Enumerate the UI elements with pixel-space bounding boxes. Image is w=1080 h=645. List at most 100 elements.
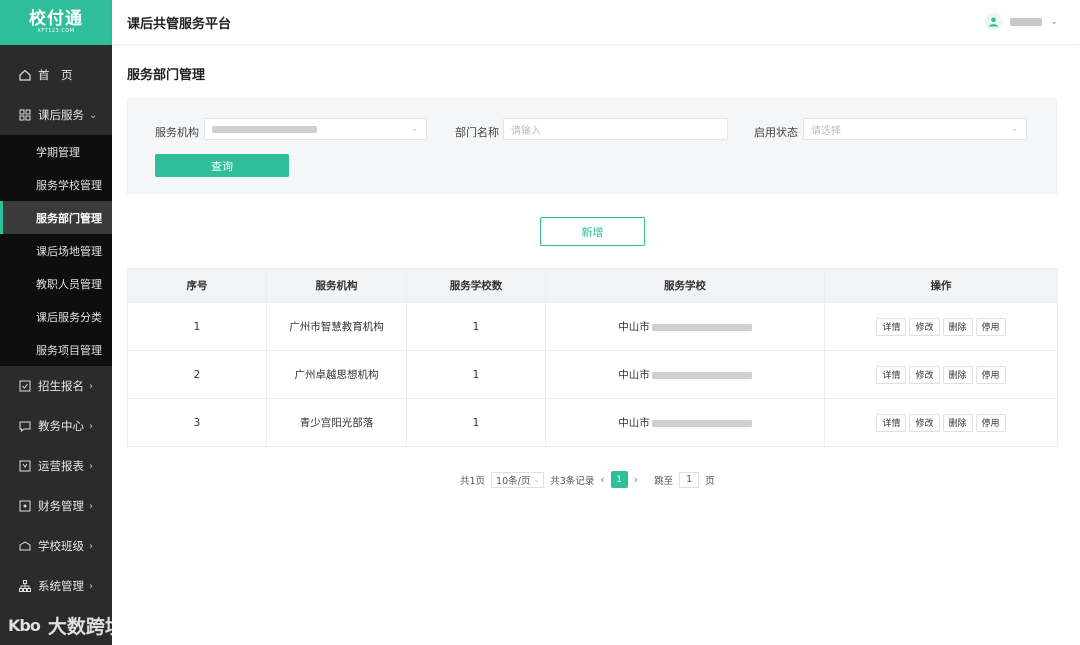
- user-name-blurred: [1010, 17, 1043, 26]
- cell-count: 1: [406, 350, 546, 399]
- sidebar: 校付通 XFT123.COM 首 页 课后服务 ⌄ 学期管理 服务学校管理 服务…: [0, 0, 112, 645]
- page-size-value: 10条/页: [496, 475, 531, 487]
- cell-no: 1: [127, 302, 267, 351]
- school-prefix: 中山市: [618, 321, 650, 333]
- cell-org: 青少宫阳光部落: [266, 398, 407, 447]
- add-button[interactable]: 新增: [540, 217, 645, 246]
- nav-enroll[interactable]: 招生报名 ›: [0, 366, 112, 406]
- nav-after-school-label: 课后服务: [38, 108, 84, 122]
- delete-button[interactable]: 删除: [942, 365, 973, 384]
- nav-enroll-label: 招生报名: [38, 379, 84, 393]
- brand-logo: 校付通 XFT123.COM: [0, 0, 112, 45]
- chevron-down-icon: ⌄: [1050, 16, 1058, 27]
- avatar: [985, 13, 1003, 30]
- grid-icon: [19, 109, 31, 121]
- edit-button[interactable]: 修改: [909, 365, 940, 384]
- cell-ops: 详情 修改 删除 停用: [824, 302, 1058, 351]
- table-row: 2 广州卓越思想机构 1 中山市 详情 修改 删除 停用: [127, 350, 1058, 399]
- chevron-down-icon: ⌄: [1011, 124, 1018, 133]
- chevron-right-icon: ›: [89, 420, 93, 432]
- table-row: 3 青少宫阳光部落 1 中山市 详情 修改 删除 停用: [127, 398, 1058, 447]
- cell-ops: 详情 修改 删除 停用: [824, 350, 1058, 399]
- cell-school: 中山市: [545, 350, 825, 399]
- detail-button[interactable]: 详情: [876, 413, 907, 432]
- chevron-right-icon: ›: [89, 500, 93, 512]
- org-label: 服务机构: [155, 126, 199, 139]
- pagination: 共1页 10条/页 ⌄ 共3条记录 ‹ 1 › 跳至 1 页: [460, 471, 715, 488]
- nav-system[interactable]: 系统管理 ›: [0, 566, 112, 606]
- filter-panel: 服务机构 ⌄ 部门名称 请输入 启用状态 请选择 ⌄ 查询: [127, 98, 1057, 194]
- page-number-current[interactable]: 1: [610, 471, 628, 488]
- chevron-right-icon: ›: [89, 380, 93, 392]
- chevron-down-icon: ⌄: [89, 109, 98, 121]
- nav-reports[interactable]: 运营报表 ›: [0, 446, 112, 486]
- chat-icon: [19, 421, 31, 433]
- cell-count: 1: [406, 398, 546, 447]
- sidebar-item-categories[interactable]: 课后服务分类: [0, 300, 112, 333]
- prev-page-icon[interactable]: ‹: [600, 473, 604, 486]
- nav-after-school[interactable]: 课后服务 ⌄: [0, 95, 112, 135]
- cell-school: 中山市: [545, 302, 825, 351]
- nav-home[interactable]: 首 页: [0, 55, 112, 95]
- sidebar-item-schools[interactable]: 服务学校管理: [0, 168, 112, 201]
- dept-input[interactable]: 请输入: [503, 118, 728, 140]
- chevron-right-icon: ›: [89, 460, 93, 472]
- org-value-blurred: [212, 125, 317, 133]
- page-suffix: 页: [705, 475, 715, 487]
- edit-button[interactable]: 修改: [909, 317, 940, 336]
- cell-no: 3: [127, 398, 267, 447]
- sidebar-item-projects[interactable]: 服务项目管理: [0, 333, 112, 366]
- school-name-blurred: [651, 323, 752, 331]
- status-select[interactable]: 请选择 ⌄: [803, 118, 1027, 140]
- report-icon: [19, 460, 31, 472]
- sidebar-item-staff[interactable]: 教职人员管理: [0, 267, 112, 300]
- dept-label: 部门名称: [455, 126, 499, 139]
- table-row: 1 广州市智慧教育机构 1 中山市 详情 修改 删除 停用: [127, 302, 1058, 351]
- jump-input[interactable]: 1: [679, 471, 700, 488]
- sidebar-item-departments[interactable]: 服务部门管理: [0, 201, 112, 234]
- nav-classes[interactable]: 学校班级 ›: [0, 526, 112, 566]
- page-size-select[interactable]: 10条/页 ⌄: [491, 471, 545, 488]
- sidebar-item-venues[interactable]: 课后场地管理: [0, 234, 112, 267]
- nav-teaching[interactable]: 教务中心 ›: [0, 406, 112, 446]
- department-table: 序号 服务机构 服务学校数 服务学校 操作 1 广州市智慧教育机构 1 中山市 …: [127, 268, 1058, 447]
- delete-button[interactable]: 删除: [942, 413, 973, 432]
- status-label: 启用状态: [754, 126, 798, 139]
- detail-button[interactable]: 详情: [876, 365, 907, 384]
- total-records: 共3条记录: [550, 475, 595, 487]
- col-header-ops: 操作: [824, 268, 1058, 303]
- query-button[interactable]: 查询: [155, 154, 289, 177]
- next-page-icon[interactable]: ›: [634, 473, 638, 486]
- disable-button[interactable]: 停用: [975, 413, 1006, 432]
- col-header-school: 服务学校: [545, 268, 825, 303]
- watermark-text: 大数跨境: [47, 616, 124, 638]
- dept-placeholder: 请输入: [511, 125, 541, 137]
- school-icon: [19, 541, 31, 551]
- disable-button[interactable]: 停用: [975, 365, 1006, 384]
- user-icon: [989, 17, 999, 27]
- user-menu[interactable]: ⌄: [985, 13, 1058, 30]
- org-select[interactable]: ⌄: [204, 118, 427, 140]
- table-header-row: 序号 服务机构 服务学校数 服务学校 操作: [127, 268, 1058, 303]
- col-header-org: 服务机构: [266, 268, 407, 303]
- chevron-right-icon: ›: [89, 540, 93, 552]
- disable-button[interactable]: 停用: [975, 317, 1006, 336]
- cell-ops: 详情 修改 删除 停用: [824, 398, 1058, 447]
- nav-finance-label: 财务管理: [38, 499, 84, 513]
- after-school-submenu: 学期管理 服务学校管理 服务部门管理 课后场地管理 教职人员管理 课后服务分类 …: [0, 135, 112, 366]
- chevron-right-icon: ›: [89, 580, 93, 592]
- edit-button[interactable]: 修改: [909, 413, 940, 432]
- logo-mark: 校付通: [29, 9, 83, 29]
- home-icon: [19, 69, 31, 81]
- logo-sub: XFT123.COM: [37, 28, 75, 34]
- cell-school: 中山市: [545, 398, 825, 447]
- chevron-down-icon: ⌄: [533, 475, 540, 484]
- watermark: Kbo 大数跨境: [8, 612, 124, 639]
- nav-home-label: 首 页: [38, 68, 73, 82]
- sidebar-item-term[interactable]: 学期管理: [0, 135, 112, 168]
- nav-finance[interactable]: 财务管理 ›: [0, 486, 112, 526]
- status-placeholder: 请选择: [811, 125, 841, 137]
- nav-system-label: 系统管理: [38, 579, 84, 593]
- detail-button[interactable]: 详情: [876, 317, 907, 336]
- delete-button[interactable]: 删除: [942, 317, 973, 336]
